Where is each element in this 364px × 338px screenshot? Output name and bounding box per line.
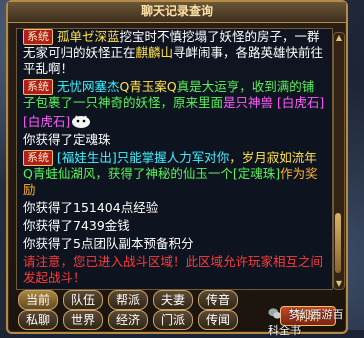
chat-history-window: 聊天记录查询 系统 孤单ゼ深蓝挖宝时不慎挖塌了妖怪的房子，一群无家可归的妖怪正在麒… — [6, 0, 348, 337]
tab-sect[interactable]: 门派 — [153, 310, 193, 330]
message-segment: ，岁月寂如流年 — [229, 150, 317, 165]
tab-spouse[interactable]: 夫妻 — [153, 290, 193, 310]
channel-tabs-row-1: 当前 队伍 帮派 夫妻 传音 — [18, 290, 238, 310]
scroll-thumb[interactable] — [335, 213, 341, 273]
window-title: 聊天记录查询 — [8, 2, 346, 23]
message-segment: 你获得了定魂珠 — [23, 132, 111, 147]
message-segment: Q青玉案Q — [119, 79, 177, 94]
system-message: 系统 孤单ゼ深蓝挖宝时不慎挖塌了妖怪的房子，一群无家可归的妖怪正在麒麟山寻衅闹事，… — [23, 29, 326, 77]
pet-emote-icon — [72, 115, 91, 128]
message-segment: 你获得了5点团队副本预备积分 — [23, 236, 194, 251]
chat-message: 你获得了7439金钱 — [23, 218, 326, 234]
tab-current[interactable]: 当前 — [18, 290, 58, 310]
message-segment: [白虎石] — [23, 114, 71, 129]
tab-private[interactable]: 私聊 — [18, 310, 58, 330]
message-segment: 孤单ゼ深蓝 — [57, 29, 120, 44]
system-tag: 系统 — [23, 29, 53, 45]
chat-log[interactable]: 系统 孤单ゼ深蓝挖宝时不慎挖塌了妖怪的房子，一群无家可归的妖怪正在麒麟山寻衅闹事，… — [16, 28, 333, 290]
log-scrollbar[interactable]: ▲ ▼ — [333, 32, 345, 290]
wechat-icon — [268, 308, 282, 319]
chat-message: 你获得了5点团队副本预备积分 — [23, 236, 326, 252]
message-segment: 你获得了7439金钱 — [23, 218, 130, 233]
message-segment: 是只神兽 [白虎石] — [223, 95, 325, 110]
tab-economy[interactable]: 经济 — [108, 310, 148, 330]
system-message: 系统 无忧网塞杰Q青玉案Q真是大运亨，收到满的铺子包裹了一只神奇的妖怪，原来里面是… — [23, 79, 326, 111]
channel-tabs-row-2: 私聊 世界 经济 门派 传闻 — [18, 310, 238, 330]
chat-message: [白虎石] — [23, 113, 326, 130]
scroll-down-arrow-icon[interactable]: ▼ — [334, 279, 344, 289]
system-tag: 系统 — [23, 79, 53, 95]
message-segment: Q青蛙仙湖风，获得了神秘的仙玉一个[定魂珠] — [23, 166, 281, 181]
tab-guild[interactable]: 帮派 — [108, 290, 148, 310]
tab-team[interactable]: 队伍 — [63, 290, 103, 310]
watermark: 梦幻西游百科全书 — [268, 306, 346, 338]
message-segment: [福娃生出]只能掌握人力军对你 — [57, 150, 230, 165]
tab-whisper-sound[interactable]: 传音 — [198, 290, 238, 310]
system-message: 系统 [福娃生出]只能掌握人力军对你，岁月寂如流年Q青蛙仙湖风，获得了神秘的仙玉一… — [23, 150, 326, 198]
tab-world[interactable]: 世界 — [63, 310, 103, 330]
tab-rumors[interactable]: 传闻 — [198, 310, 238, 330]
message-segment: 请注意，您已进入战斗区域！此区域允许玩家相互之间发起战斗！ — [23, 254, 324, 285]
message-segment: 你获得了151404点经验 — [23, 200, 159, 215]
chat-message: 请注意，您已进入战斗区域！此区域允许玩家相互之间发起战斗！ — [23, 254, 326, 286]
chat-message: 你获得了151404点经验 — [23, 200, 326, 216]
chat-message: 你获得了定魂珠 — [23, 132, 326, 148]
scroll-up-arrow-icon[interactable]: ▲ — [334, 33, 344, 43]
message-segment: 无忧网塞杰 — [57, 79, 120, 94]
system-tag: 系统 — [23, 150, 53, 166]
message-segment: 麒麟山 — [135, 45, 174, 60]
